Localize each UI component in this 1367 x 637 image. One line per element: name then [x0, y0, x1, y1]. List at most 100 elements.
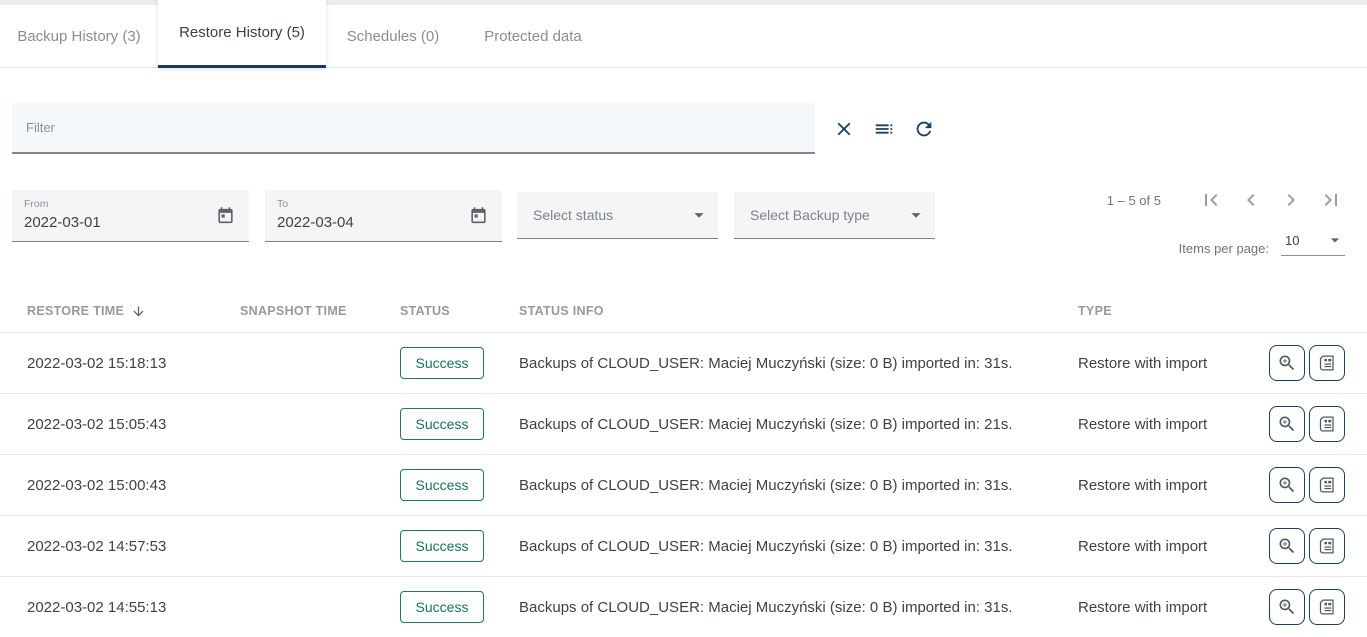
cell-type: Restore with import: [1078, 416, 1269, 433]
status-badge: Success: [400, 408, 484, 440]
filter-input[interactable]: [12, 103, 815, 154]
report-button[interactable]: [1309, 467, 1345, 503]
table-row: 2022-03-02 15:00:43 Success Backups of C…: [0, 455, 1367, 516]
cell-status-info: Backups of CLOUD_USER: Maciej Muczyński …: [519, 538, 1078, 555]
cell-status: Success: [400, 530, 519, 562]
header-snapshot-time: SNAPSHOT TIME: [240, 304, 400, 318]
last-page-icon: [1319, 188, 1343, 212]
status-badge: Success: [400, 530, 484, 562]
cell-restore-time: 2022-03-02 15:18:13: [0, 355, 240, 372]
restore-history-table: RESTORE TIME SNAPSHOT TIME STATUS STATUS…: [0, 290, 1367, 637]
report-icon: [1317, 597, 1337, 617]
cell-status: Success: [400, 469, 519, 501]
cell-type: Restore with import: [1078, 538, 1269, 555]
cell-actions: [1269, 406, 1367, 442]
first-page-button[interactable]: [1199, 188, 1223, 212]
items-per-page-select[interactable]: 10: [1281, 230, 1345, 256]
cell-status-info: Backups of CLOUD_USER: Maciej Muczyński …: [519, 477, 1078, 494]
last-page-button[interactable]: [1319, 188, 1343, 212]
restore-history-page: Backup History (3) Restore History (5) S…: [0, 0, 1367, 637]
date-from-value: 2022-03-01: [24, 214, 237, 231]
toc-icon: [873, 118, 895, 140]
filter-toolbar: [12, 103, 935, 154]
cell-status-info: Backups of CLOUD_USER: Maciej Muczyński …: [519, 416, 1078, 433]
report-button[interactable]: [1309, 406, 1345, 442]
page-range-label: 1 – 5 of 5: [1107, 193, 1161, 208]
refresh-icon: [913, 118, 935, 140]
chevron-left-icon: [1239, 188, 1263, 212]
tab-protected-data[interactable]: Protected data: [460, 5, 606, 67]
filters-row: From 2022-03-01 To 2022-03-04 Select sta…: [12, 190, 935, 242]
calendar-icon[interactable]: [469, 206, 488, 225]
cell-type: Restore with import: [1078, 477, 1269, 494]
clear-filter-button[interactable]: [833, 118, 855, 140]
date-to-label: To: [277, 198, 490, 210]
report-icon: [1317, 536, 1337, 556]
sort-desc-icon: [131, 304, 146, 319]
cell-restore-time: 2022-03-02 15:05:43: [0, 416, 240, 433]
chevron-down-icon: [1325, 230, 1345, 250]
tab-backup-history[interactable]: Backup History (3): [0, 5, 158, 67]
view-details-button[interactable]: [1269, 345, 1305, 381]
date-from-field[interactable]: From 2022-03-01: [12, 190, 249, 242]
items-per-page-value: 10: [1285, 233, 1299, 248]
cell-restore-time: 2022-03-02 15:00:43: [0, 477, 240, 494]
view-details-button[interactable]: [1269, 467, 1305, 503]
cell-status: Success: [400, 591, 519, 623]
table-row: 2022-03-02 14:55:13 Success Backups of C…: [0, 577, 1367, 637]
table-row: 2022-03-02 15:18:13 Success Backups of C…: [0, 333, 1367, 394]
status-badge: Success: [400, 469, 484, 501]
backup-type-select-placeholder: Select Backup type: [750, 207, 870, 223]
zoom-in-icon: [1277, 475, 1297, 495]
date-to-field[interactable]: To 2022-03-04: [265, 190, 502, 242]
report-icon: [1317, 414, 1337, 434]
cell-type: Restore with import: [1078, 599, 1269, 616]
cell-restore-time: 2022-03-02 14:55:13: [0, 599, 240, 616]
report-button[interactable]: [1309, 589, 1345, 625]
table-row: 2022-03-02 14:57:53 Success Backups of C…: [0, 516, 1367, 577]
cell-actions: [1269, 589, 1367, 625]
cell-status: Success: [400, 347, 519, 379]
header-type: TYPE: [1078, 304, 1269, 318]
cell-status-info: Backups of CLOUD_USER: Maciej Muczyński …: [519, 355, 1078, 372]
view-details-button[interactable]: [1269, 589, 1305, 625]
cell-actions: [1269, 345, 1367, 381]
view-details-button[interactable]: [1269, 528, 1305, 564]
cell-restore-time: 2022-03-02 14:57:53: [0, 538, 240, 555]
items-per-page-label: Items per page:: [1179, 241, 1269, 256]
paginator: 1 – 5 of 5: [1107, 188, 1343, 212]
cell-status-info: Backups of CLOUD_USER: Maciej Muczyński …: [519, 599, 1078, 616]
date-to-value: 2022-03-04: [277, 214, 490, 231]
view-details-button[interactable]: [1269, 406, 1305, 442]
cell-actions: [1269, 528, 1367, 564]
filter-options-button[interactable]: [873, 118, 895, 140]
zoom-in-icon: [1277, 353, 1297, 373]
clear-icon: [833, 118, 855, 140]
items-per-page: Items per page: 10: [1179, 230, 1345, 256]
backup-type-select[interactable]: Select Backup type: [734, 192, 935, 239]
refresh-button[interactable]: [913, 118, 935, 140]
tab-schedules[interactable]: Schedules (0): [326, 5, 460, 67]
calendar-icon[interactable]: [216, 206, 235, 225]
chevron-down-icon: [905, 204, 927, 226]
tab-bar: Backup History (3) Restore History (5) S…: [0, 5, 1367, 68]
status-badge: Success: [400, 591, 484, 623]
chevron-right-icon: [1279, 188, 1303, 212]
chevron-down-icon: [688, 204, 710, 226]
header-status-info: STATUS INFO: [519, 304, 1078, 318]
report-button[interactable]: [1309, 528, 1345, 564]
cell-type: Restore with import: [1078, 355, 1269, 372]
zoom-in-icon: [1277, 597, 1297, 617]
cell-actions: [1269, 467, 1367, 503]
previous-page-button[interactable]: [1239, 188, 1263, 212]
tab-restore-history[interactable]: Restore History (5): [158, 0, 326, 68]
cell-status: Success: [400, 408, 519, 440]
report-button[interactable]: [1309, 345, 1345, 381]
status-select[interactable]: Select status: [517, 192, 718, 239]
report-icon: [1317, 353, 1337, 373]
next-page-button[interactable]: [1279, 188, 1303, 212]
zoom-in-icon: [1277, 536, 1297, 556]
first-page-icon: [1199, 188, 1223, 212]
header-restore-time[interactable]: RESTORE TIME: [0, 304, 240, 319]
table-row: 2022-03-02 15:05:43 Success Backups of C…: [0, 394, 1367, 455]
